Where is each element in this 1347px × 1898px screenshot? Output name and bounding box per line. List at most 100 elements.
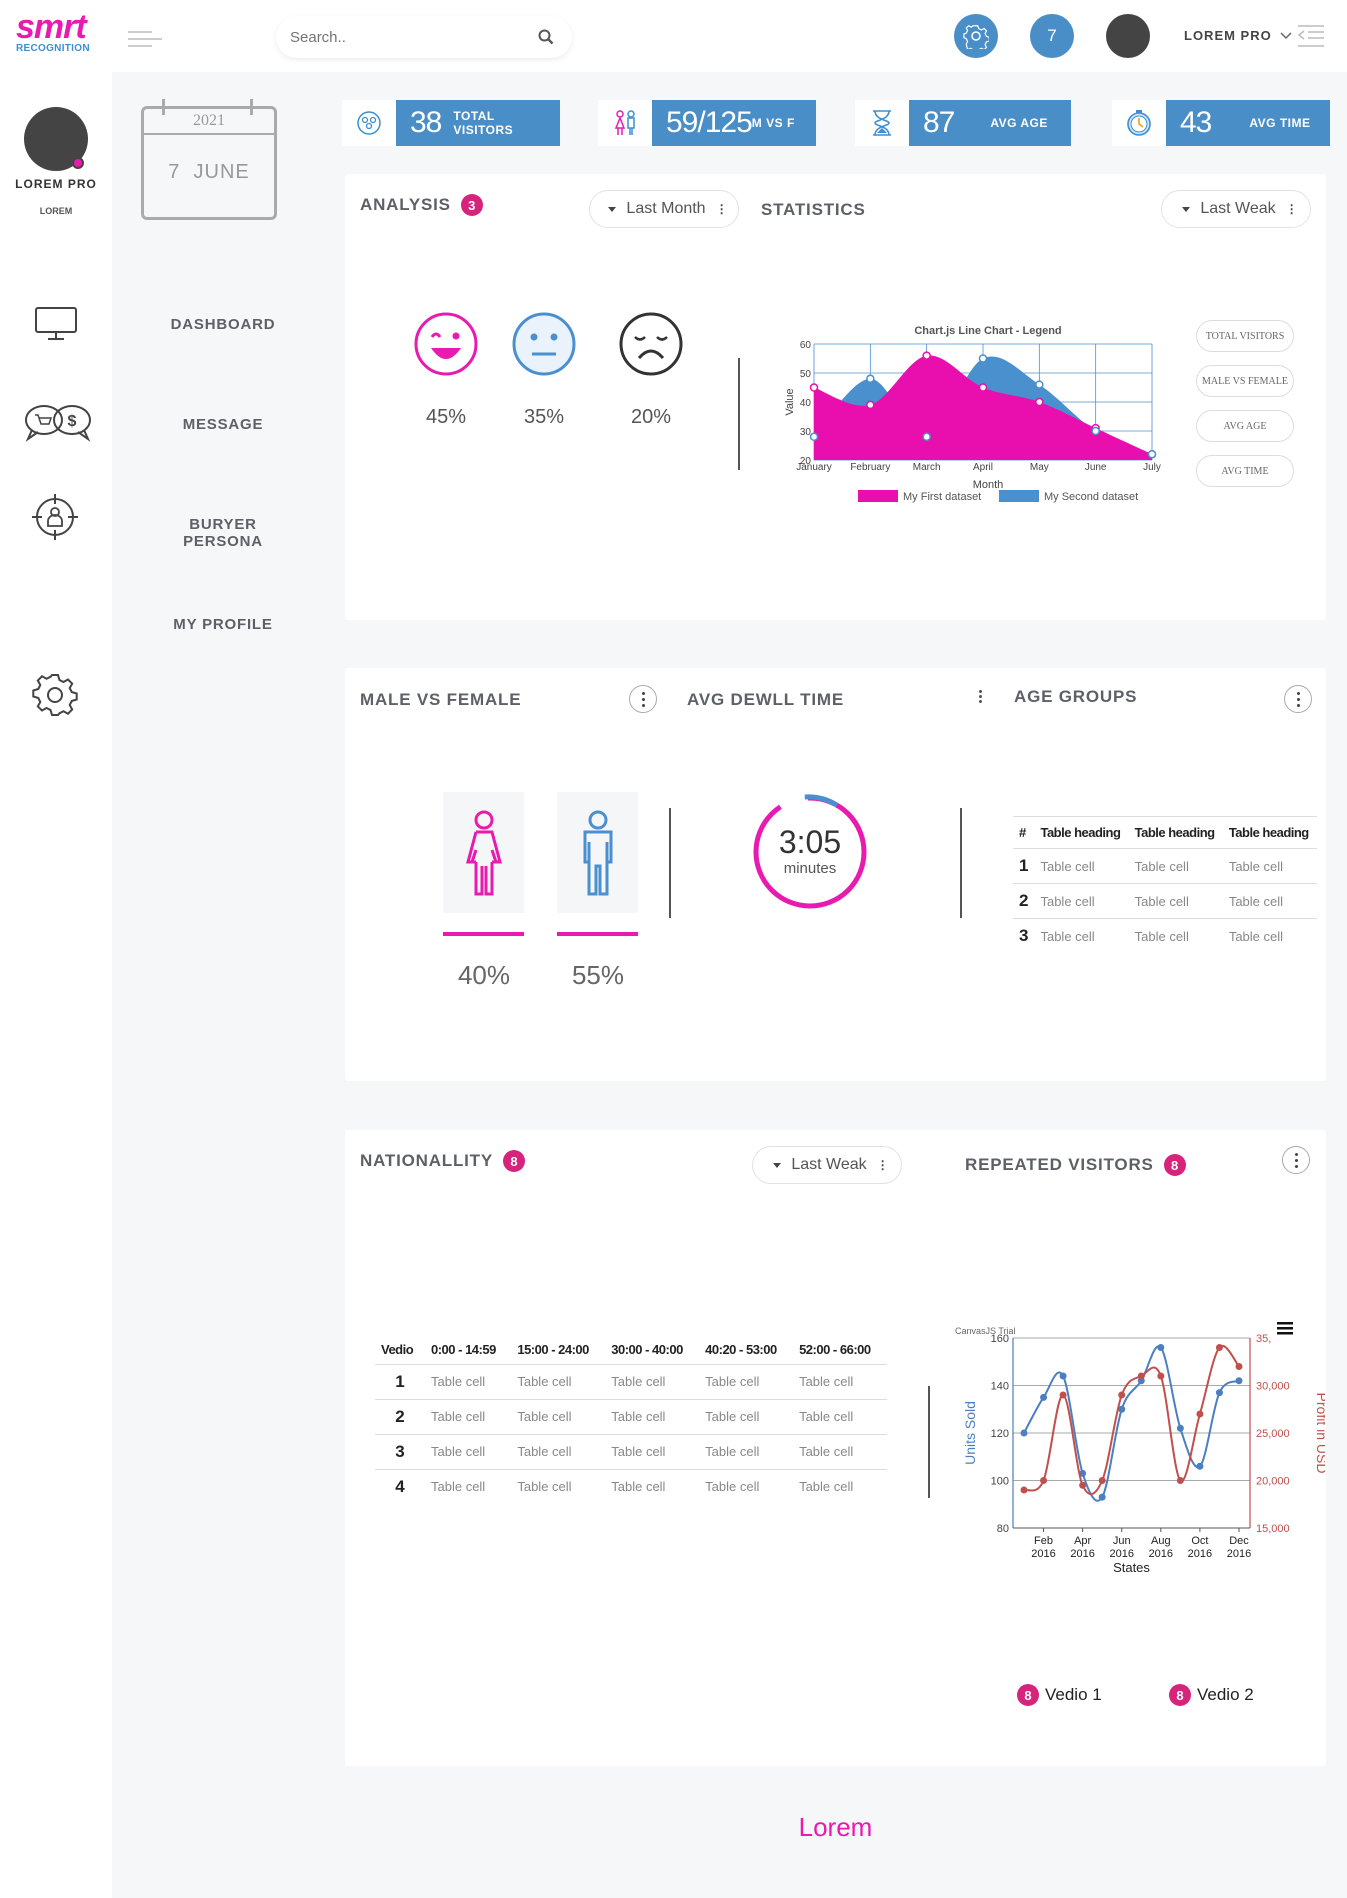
data-point <box>922 432 931 442</box>
hamburger-icon[interactable] <box>128 31 162 47</box>
gear-icon[interactable] <box>32 672 78 718</box>
table-header: 40:20 - 53:00 <box>699 1336 794 1365</box>
table-cell: Table cell <box>699 1364 794 1400</box>
y2-tick-label: 30,000 <box>1256 1381 1290 1393</box>
nationality-badge: 8 <box>503 1150 525 1172</box>
age-groups-menu[interactable] <box>1284 685 1312 713</box>
table-cell: Table cell <box>605 1434 700 1470</box>
legend-male-vs-female-button[interactable]: MALE VS FEMALE <box>1196 365 1294 397</box>
header-avatar[interactable] <box>1106 14 1150 58</box>
male-percent: 55% <box>571 960 625 990</box>
data-point <box>1176 1477 1184 1484</box>
statistics-filter-dropdown[interactable]: Last Weak ⋮ <box>1161 190 1311 228</box>
nav-dashboard[interactable]: DASHBOARD <box>150 316 296 333</box>
chat-money-icon[interactable]: $ <box>24 402 94 442</box>
y2-tick-label: 25,000 <box>1256 1428 1290 1440</box>
row-number: 1 <box>1013 848 1035 884</box>
table-cell: Table cell <box>1222 883 1317 919</box>
search-icon[interactable] <box>538 29 554 45</box>
male-vs-female-menu[interactable] <box>629 685 657 713</box>
nationality-filter-dropdown[interactable]: Last Weak ⋮ <box>752 1146 902 1184</box>
persona-target-icon[interactable] <box>30 492 80 542</box>
caret-down-icon <box>608 206 617 212</box>
stat-label: TOTAL VISITORS <box>453 109 514 137</box>
video-1-label[interactable]: 8 Vedio 1 <box>1017 1684 1102 1706</box>
stat-value: 38 <box>410 106 442 139</box>
profile-name: LOREM PRO <box>15 177 97 191</box>
svg-text:$: $ <box>68 413 77 430</box>
male-female-icon <box>614 110 635 135</box>
stat-label: AVG AGE <box>990 116 1048 130</box>
stat-label: M VS F <box>751 116 795 130</box>
stat-value: 43 <box>1180 106 1212 139</box>
nationality-header: NATIONALLITY 8 <box>360 1150 525 1172</box>
table-cell: Table cell <box>793 1364 887 1400</box>
legend-total-visitors-button[interactable]: TOTAL VISITORS <box>1196 320 1294 352</box>
table-row: 1 Table cell Table cell Table cell Table cel… <box>375 1364 887 1400</box>
data-point <box>1215 1389 1223 1397</box>
table-header: Table heading <box>1128 816 1223 849</box>
more-vertical-icon: ⋮ <box>1285 201 1298 216</box>
chart-title: Chart.js Line Chart - Legend <box>914 325 1061 337</box>
male-icon <box>583 810 613 896</box>
analysis-filter-dropdown[interactable]: Last Month ⋮ <box>589 190 739 228</box>
data-point <box>1157 1372 1165 1380</box>
nationality-title: NATIONALLITY <box>360 1151 493 1170</box>
profile-avatar[interactable] <box>24 107 88 171</box>
monitor-icon[interactable] <box>34 306 78 342</box>
menu-bar <box>1277 1322 1293 1325</box>
table-cell: Table cell <box>1034 883 1129 919</box>
more-vertical-icon[interactable] <box>979 690 982 703</box>
calendar-widget[interactable]: 2021 7 JUNE <box>141 99 277 220</box>
stat-total-visitors[interactable]: 38 TOTAL VISITORS <box>342 100 560 146</box>
table-cell: Table cell <box>431 1479 486 1495</box>
x-tick-label: February <box>850 462 890 473</box>
data-point <box>922 351 931 360</box>
y2-tick-label: 35, <box>1256 1333 1271 1345</box>
legend-avg-age-button[interactable]: AVG AGE <box>1196 410 1294 442</box>
stat-avg-time[interactable]: 43 AVG TIME <box>1112 100 1330 146</box>
nav-message[interactable]: MESSAGE <box>150 416 296 433</box>
stat-male-female[interactable]: 59/125 M VS F <box>598 100 816 146</box>
data-point <box>1176 1424 1184 1432</box>
x-axis-label: States <box>1113 1560 1150 1575</box>
legend-label: My First dataset <box>903 491 981 503</box>
analysis-title: ANALYSIS <box>360 195 451 214</box>
x-tick-label: 2016 <box>1188 1548 1212 1560</box>
legend-avg-time-button[interactable]: AVG TIME <box>1196 455 1294 487</box>
data-point <box>809 383 819 392</box>
mood-happy-percent: 45% <box>425 406 467 428</box>
x-tick-label: Jun <box>1113 1535 1131 1547</box>
search-box[interactable] <box>276 16 572 58</box>
row-number: 4 <box>395 1476 405 1496</box>
table-cell: Table cell <box>699 1399 794 1435</box>
dwell-time-unit: minutes <box>783 860 837 877</box>
hourglass-icon <box>873 110 891 136</box>
more-vertical-icon <box>1294 1151 1298 1169</box>
nav-my-profile[interactable]: MY PROFILE <box>150 616 296 633</box>
repeated-visitors-title: REPEATED VISITORS <box>965 1155 1154 1174</box>
data-point <box>1040 1393 1048 1401</box>
caret-down-icon <box>1182 206 1191 212</box>
data-point <box>1118 1391 1126 1399</box>
settings-button[interactable] <box>954 14 998 58</box>
x-tick-label: March <box>913 462 941 473</box>
data-point <box>1215 1344 1223 1351</box>
y2-tick-label: 20,000 <box>1256 1476 1290 1488</box>
logo[interactable]: smrt RECOGNITION <box>16 10 108 58</box>
repeated-visitors-menu[interactable] <box>1282 1146 1310 1174</box>
collapse-menu-icon[interactable] <box>1296 24 1326 48</box>
table-cell: Table cell <box>705 1479 760 1495</box>
user-menu[interactable]: LOREM PRO <box>1184 28 1292 43</box>
video-2-label[interactable]: 8 Vedio 2 <box>1169 1684 1254 1706</box>
nav-buyer-persona[interactable]: BURYER PERSONA <box>150 516 296 550</box>
stat-avg-age[interactable]: 87 AVG AGE <box>855 100 1071 146</box>
search-input[interactable] <box>290 26 520 48</box>
female-icon <box>466 810 502 896</box>
happy-face-icon <box>414 312 478 376</box>
x-tick-label: Oct <box>1191 1535 1208 1547</box>
table-header: 15:00 - 24:00 <box>511 1336 606 1365</box>
notification-badge[interactable]: 7 <box>1030 14 1074 58</box>
data-point <box>1098 1477 1106 1484</box>
table-cell: Table cell <box>511 1399 606 1435</box>
